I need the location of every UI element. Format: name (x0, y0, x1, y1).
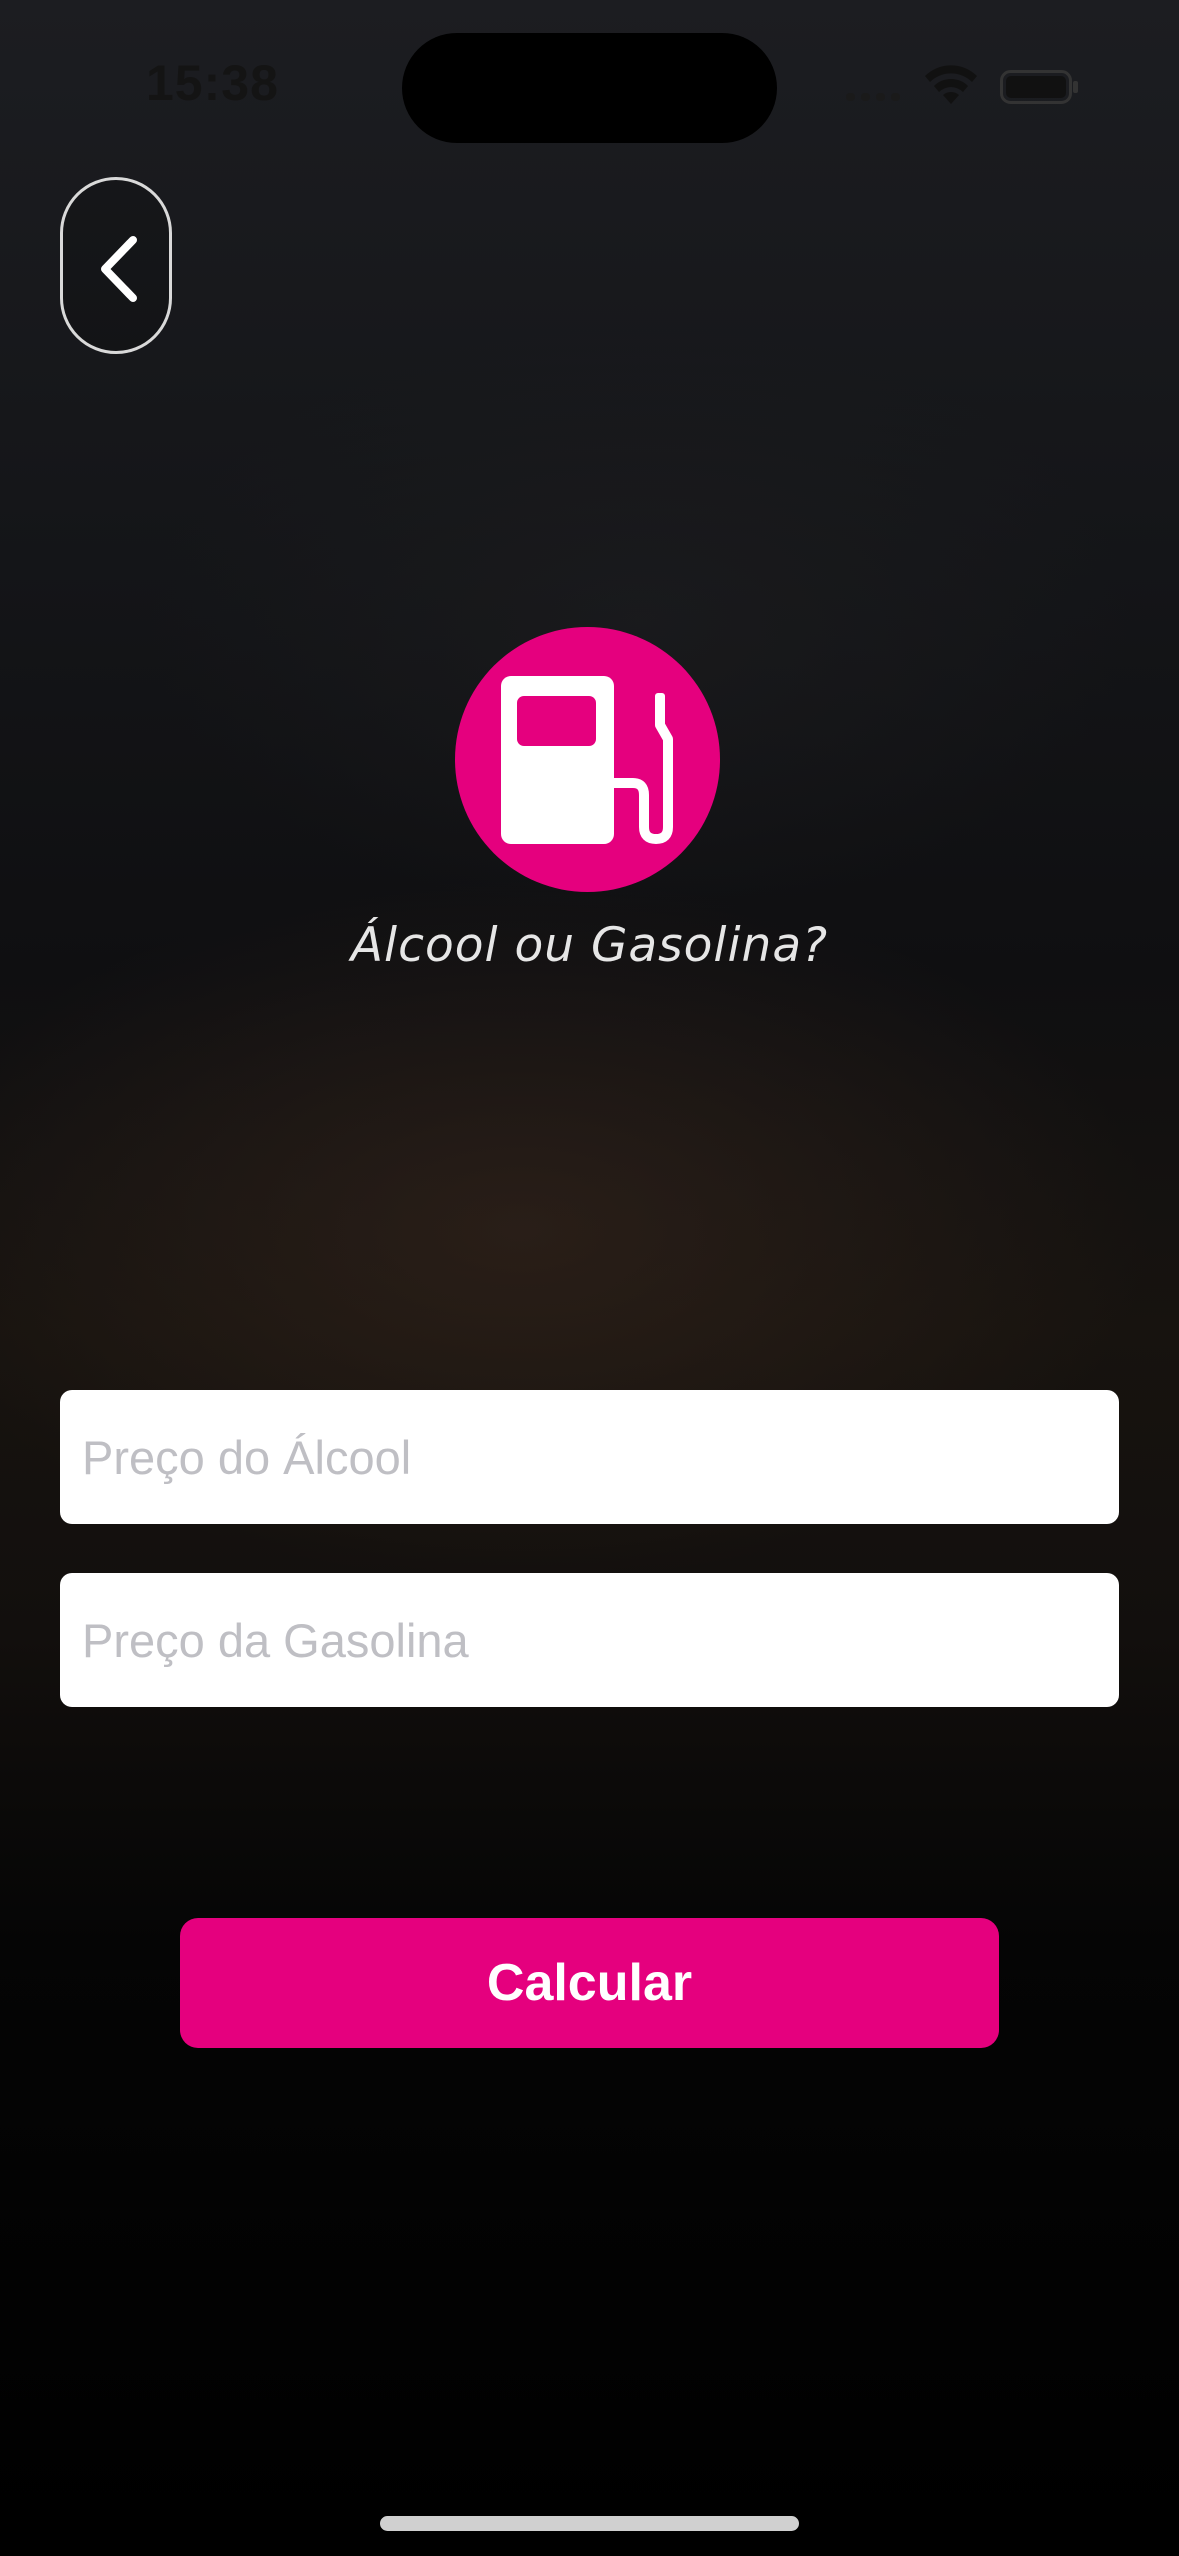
status-time: 15:38 (146, 55, 279, 111)
app-title: Álcool ou Gasolina? (350, 918, 829, 973)
alcool-price-input[interactable] (60, 1390, 1119, 1524)
fuel-pump-icon (501, 676, 673, 844)
calculate-button[interactable]: Calcular (180, 1918, 999, 2048)
back-button[interactable] (60, 177, 172, 354)
cell-signal-icon (846, 93, 900, 101)
app-screen: 15:38 Álcool ou Gasolina? Preço do Álcoo… (0, 0, 1179, 2556)
wifi-icon (925, 65, 977, 104)
app-logo (455, 627, 720, 892)
chevron-left-icon (101, 236, 137, 302)
gasolina-price-input[interactable] (60, 1573, 1119, 1707)
battery-icon (1000, 70, 1078, 104)
dynamic-island (402, 33, 777, 143)
home-indicator[interactable] (380, 2516, 799, 2531)
